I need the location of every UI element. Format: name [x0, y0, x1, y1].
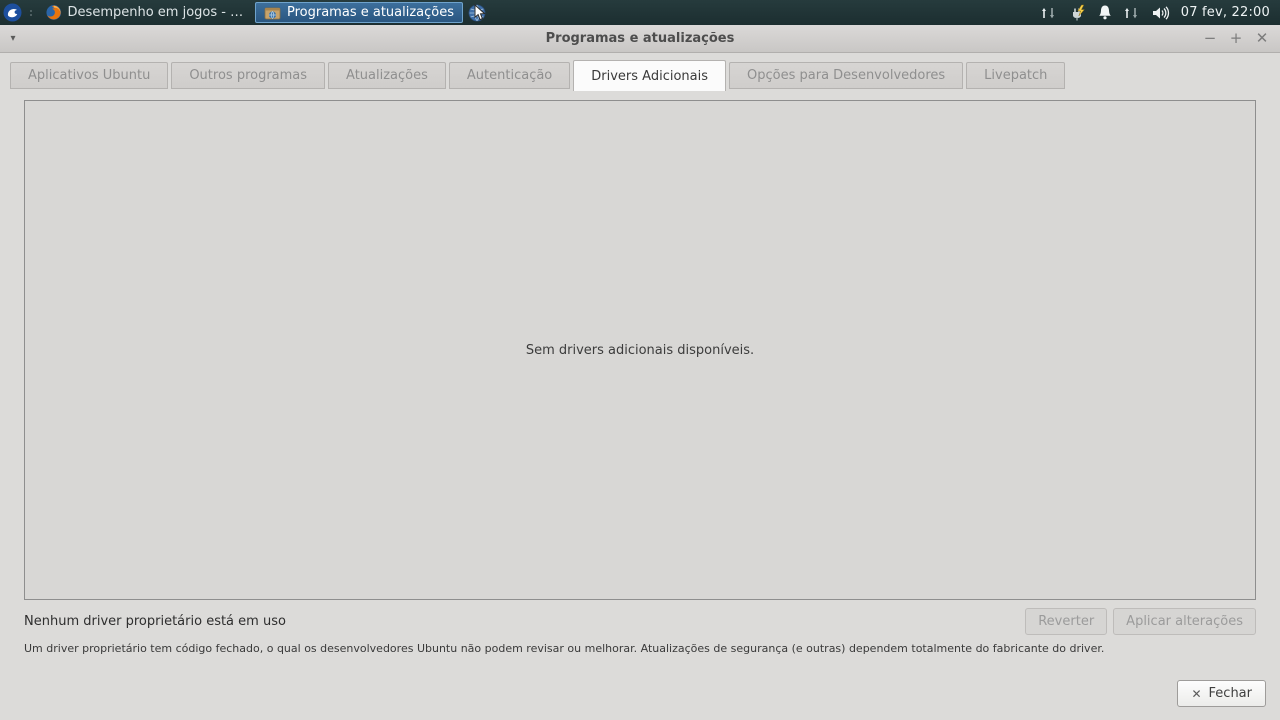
network-updown-icon[interactable] — [1123, 5, 1142, 21]
maximize-button[interactable]: + — [1228, 31, 1244, 46]
window-menu-button[interactable]: ▾ — [0, 33, 26, 44]
xubuntu-menu-button[interactable] — [0, 0, 25, 25]
fechar-button[interactable]: ✕ Fechar — [1177, 680, 1266, 707]
taskbar-item-label: Programas e atualizações — [287, 5, 455, 20]
window-titlebar: ▾ Programas e atualizações − + ✕ — [0, 25, 1280, 53]
taskbar-item-globe[interactable] — [464, 0, 490, 25]
software-properties-icon — [264, 7, 281, 20]
tab-livepatch[interactable]: Livepatch — [966, 62, 1066, 89]
driver-status-text: Nenhum driver proprietário está em uso — [24, 613, 286, 629]
fechar-button-label: Fechar — [1208, 686, 1252, 701]
panel-separator — [25, 9, 37, 16]
system-tray — [1040, 4, 1181, 21]
top-panel: Desempenho em jogos - Lin... Programas e… — [0, 0, 1280, 25]
tab-atualizacoes[interactable]: Atualizações — [328, 62, 446, 89]
notifications-bell-icon[interactable] — [1097, 4, 1113, 21]
xubuntu-logo-icon — [3, 3, 22, 22]
tab-opcoes-para-desenvolvedores[interactable]: Opções para Desenvolvedores — [729, 62, 964, 89]
tab-bar: Aplicativos Ubuntu Outros programas Atua… — [0, 60, 1280, 91]
proprietary-driver-note: Um driver proprietário tem código fechad… — [24, 642, 1105, 655]
tab-drivers-adicionais[interactable]: Drivers Adicionais — [573, 60, 727, 91]
drivers-list-area: Sem drivers adicionais disponíveis. — [24, 100, 1256, 600]
network-updown-icon[interactable] — [1040, 5, 1059, 21]
taskbar-item-label: Desempenho em jogos - Lin... — [67, 5, 245, 20]
panel-clock[interactable]: 07 fev, 22:00 — [1181, 5, 1280, 20]
revert-button[interactable]: Reverter — [1025, 607, 1108, 635]
firefox-icon — [46, 5, 62, 20]
close-window-button[interactable]: ✕ — [1254, 31, 1270, 46]
mouse-cursor-icon — [474, 4, 486, 21]
power-plug-icon[interactable] — [1069, 4, 1087, 21]
window-body: Aplicativos Ubuntu Outros programas Atua… — [0, 53, 1280, 720]
window-title: Programas e atualizações — [545, 31, 735, 46]
close-x-icon: ✕ — [1191, 686, 1202, 701]
taskbar-item-software-properties[interactable]: Programas e atualizações — [255, 2, 464, 23]
empty-state-message: Sem drivers adicionais disponíveis. — [525, 342, 755, 358]
volume-icon[interactable] — [1152, 5, 1171, 21]
tab-autenticacao[interactable]: Autenticação — [448, 62, 571, 89]
tab-outros-programas[interactable]: Outros programas — [171, 62, 326, 89]
minimize-button[interactable]: − — [1202, 31, 1218, 46]
apply-changes-button[interactable]: Aplicar alterações — [1113, 607, 1256, 635]
taskbar-item-firefox[interactable]: Desempenho em jogos - Lin... — [38, 2, 253, 23]
tab-aplicativos-ubuntu[interactable]: Aplicativos Ubuntu — [10, 62, 169, 89]
